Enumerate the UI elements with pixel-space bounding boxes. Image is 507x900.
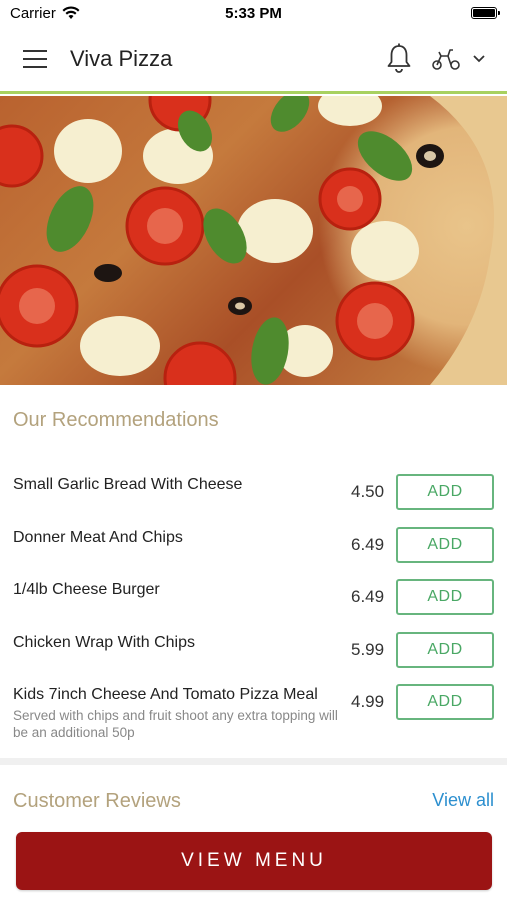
hamburger-menu-icon[interactable] bbox=[23, 50, 47, 68]
app-title: Viva Pizza bbox=[70, 46, 173, 71]
scooter-icon[interactable] bbox=[430, 46, 462, 72]
chevron-down-icon[interactable] bbox=[472, 54, 486, 64]
item-name: Small Garlic Bread With Cheese bbox=[13, 476, 243, 493]
item-name: 1/4lb Cheese Burger bbox=[13, 581, 160, 598]
add-button[interactable]: ADD bbox=[396, 474, 494, 510]
app-header: Viva Pizza bbox=[0, 28, 507, 94]
pizza-hero-image bbox=[0, 96, 507, 385]
recommendations-title: Our Recommendations bbox=[13, 409, 219, 431]
item-price: 6.49 bbox=[351, 587, 385, 606]
item-price: 5.99 bbox=[351, 639, 385, 659]
pizza-illustration bbox=[0, 96, 507, 385]
battery-icon bbox=[471, 7, 500, 19]
item-description: Served with chips and fruit shoot any ex… bbox=[13, 708, 338, 740]
list-item: Kids 7inch Cheese And Tomato Pizza Meal … bbox=[0, 674, 507, 754]
view-all-link[interactable]: View all bbox=[432, 790, 494, 811]
item-price: 6.49 bbox=[351, 534, 385, 554]
list-item: Chicken Wrap With Chips 5.99 ADD bbox=[0, 622, 507, 675]
item-name: Chicken Wrap With Chips bbox=[13, 633, 195, 651]
add-button[interactable]: ADD bbox=[396, 684, 494, 720]
list-item: Donner Meat And Chips 6.49 ADD bbox=[0, 517, 507, 570]
reviews-title: Customer Reviews bbox=[13, 790, 181, 812]
add-button[interactable]: ADD bbox=[396, 526, 494, 563]
add-button[interactable]: ADD bbox=[396, 579, 494, 615]
item-name: Kids 7inch Cheese And Tomato Pizza Meal bbox=[13, 686, 318, 703]
status-bar: Carrier 5:33 PM bbox=[0, 0, 507, 28]
item-price: 4.50 bbox=[351, 482, 385, 501]
bell-icon[interactable] bbox=[385, 42, 413, 74]
list-item: 1/4lb Cheese Burger 6.49 ADD bbox=[0, 569, 507, 622]
view-menu-button[interactable]: VIEW MENU bbox=[16, 832, 492, 890]
recommendations-list: Small Garlic Bread With Cheese 4.50 ADD … bbox=[0, 464, 507, 754]
list-item: Small Garlic Bread With Cheese 4.50 ADD bbox=[0, 464, 507, 517]
add-button[interactable]: ADD bbox=[396, 631, 494, 668]
status-time: 5:33 PM bbox=[225, 5, 282, 22]
item-price: 4.99 bbox=[351, 692, 385, 711]
item-name: Donner Meat And Chips bbox=[13, 528, 183, 546]
section-divider bbox=[0, 758, 507, 765]
